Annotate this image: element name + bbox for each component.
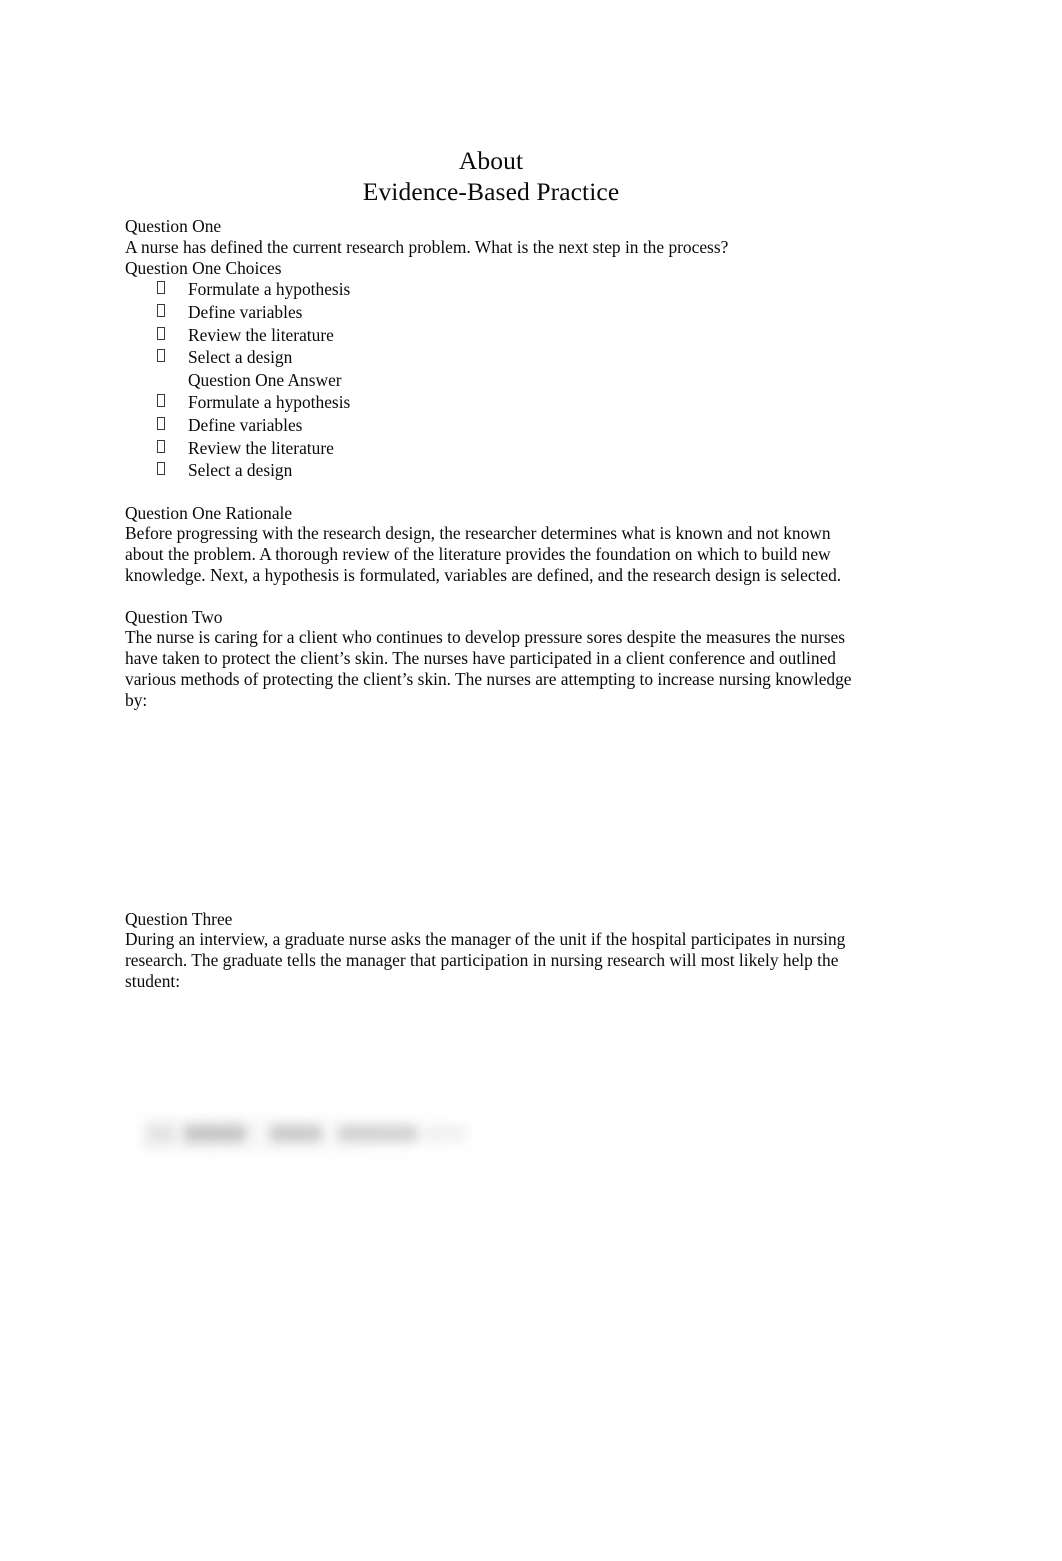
page-title-line-2: Evidence-Based Practice (362, 177, 620, 206)
question-one-section: Question One A nurse has defined the cur… (125, 216, 857, 586)
blur-smudge (270, 1125, 322, 1142)
question-three-stem: During an interview, a graduate nurse as… (125, 929, 846, 991)
list-item[interactable]: Select a design (125, 459, 857, 482)
list-item-label: Review the literature (188, 324, 334, 345)
document-page: About Evidence-Based Practice Question O… (0, 0, 1062, 1561)
question-one-choices-list: Formulate a hypothesis Define variables … (125, 278, 857, 368)
question-one-answer-list: Formulate a hypothesis Define variables … (125, 391, 857, 481)
list-item-label: Review the literature (188, 437, 334, 458)
list-item-label: Formulate a hypothesis (188, 279, 351, 300)
question-two-section: Question Two The nurse is caring for a c… (125, 607, 857, 711)
question-three-answer-area (125, 992, 857, 1100)
list-item[interactable]: Define variables (125, 414, 857, 437)
list-item-label: Select a design (188, 460, 293, 481)
missing-glyph-box-bullet-icon (157, 349, 165, 363)
question-one-heading: Question One (125, 216, 222, 236)
question-two-heading: Question Two (125, 606, 223, 627)
list-item-label: Define variables (188, 414, 303, 435)
missing-glyph-box-bullet-icon (157, 462, 165, 476)
question-one-rationale-text: Before progressing with the research des… (125, 523, 842, 585)
list-item[interactable]: Formulate a hypothesis (125, 278, 857, 301)
list-item[interactable]: Select a design (125, 346, 857, 369)
blur-smudge (148, 1125, 174, 1142)
question-one-rationale-label: Question One Rationale (125, 502, 293, 523)
question-two-answer-area (125, 711, 857, 909)
missing-glyph-box-bullet-icon (157, 281, 165, 295)
list-item[interactable]: Formulate a hypothesis (125, 391, 857, 414)
missing-glyph-box-bullet-icon (157, 439, 165, 453)
missing-glyph-box-bullet-icon (157, 416, 165, 430)
question-three-section: Question Three During an interview, a gr… (125, 909, 857, 992)
page-title: About Evidence-Based Practice (125, 145, 857, 207)
list-item[interactable]: Review the literature (125, 324, 857, 347)
blur-haze (142, 1118, 472, 1152)
list-item-label: Define variables (188, 301, 303, 322)
missing-glyph-box-bullet-icon (157, 303, 165, 317)
missing-glyph-box-bullet-icon (157, 326, 165, 340)
list-item-label: Formulate a hypothesis (188, 392, 351, 413)
missing-glyph-box-bullet-icon (157, 394, 165, 408)
list-item-label: Select a design (188, 347, 293, 368)
page-title-line-1: About (458, 146, 524, 175)
question-one-answer-label: Question One Answer (188, 369, 342, 390)
document-content: About Evidence-Based Practice Question O… (125, 145, 857, 1100)
list-item[interactable]: Define variables (125, 301, 857, 324)
blur-smudge (184, 1125, 246, 1142)
blurred-illegible-text-line (142, 1118, 472, 1152)
question-three-heading: Question Three (125, 908, 233, 929)
list-item[interactable]: Review the literature (125, 437, 857, 460)
question-one-stem: A nurse has defined the current research… (125, 236, 729, 257)
blur-smudge (424, 1125, 468, 1142)
question-two-stem: The nurse is caring for a client who con… (125, 627, 852, 710)
question-one-choices-label: Question One Choices (125, 257, 282, 278)
blur-smudge (338, 1125, 418, 1142)
